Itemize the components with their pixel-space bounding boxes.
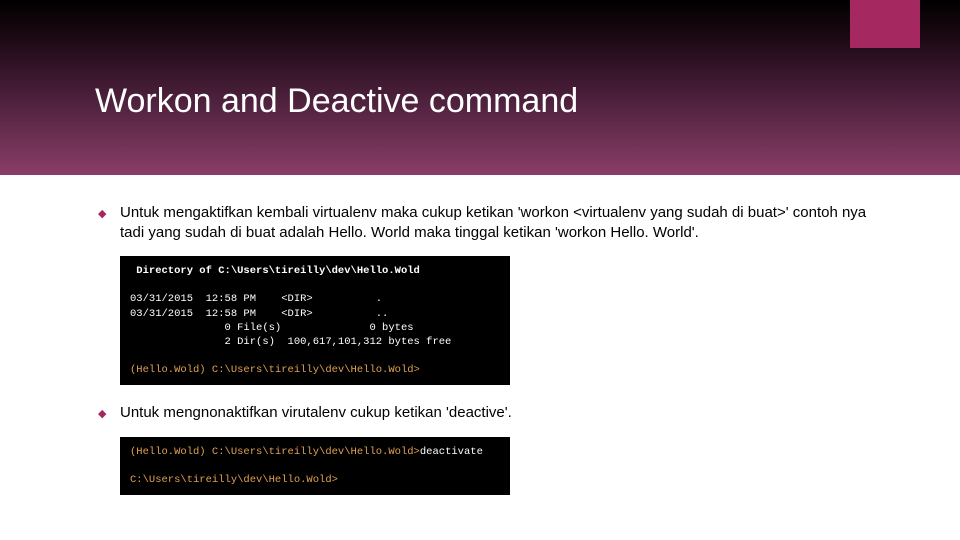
terminal-line: 2 Dir(s) 100,617,101,312 bytes free	[130, 336, 451, 348]
accent-tab	[850, 0, 920, 48]
slide-header: Workon and Deactive command	[0, 0, 960, 175]
terminal-prompt: C:\Users\tireilly\dev\Hello.Wold>	[130, 474, 338, 486]
terminal-command: deactivate	[420, 446, 483, 458]
terminal-output-2: (Hello.Wold) C:\Users\tireilly\dev\Hello…	[120, 437, 510, 496]
bullet-icon: ◆	[98, 407, 106, 420]
bullet-item: ◆ Untuk mengnonaktifkan virutalenv cukup…	[120, 403, 870, 423]
bullet-text: Untuk mengnonaktifkan virutalenv cukup k…	[120, 403, 870, 423]
slide-title: Workon and Deactive command	[95, 82, 578, 121]
bullet-icon: ◆	[98, 207, 106, 220]
terminal-prompt: (Hello.Wold) C:\Users\tireilly\dev\Hello…	[130, 446, 420, 458]
terminal-line: 03/31/2015 12:58 PM <DIR> ..	[130, 308, 388, 320]
terminal-line: 0 File(s) 0 bytes	[130, 322, 414, 334]
terminal-output-1: Directory of C:\Users\tireilly\dev\Hello…	[120, 256, 510, 385]
terminal-prompt: (Hello.Wold) C:\Users\tireilly\dev\Hello…	[130, 364, 420, 376]
bullet-item: ◆ Untuk mengaktifkan kembali virtualenv …	[120, 203, 870, 242]
terminal-line: 03/31/2015 12:58 PM <DIR> .	[130, 293, 382, 305]
terminal-line: Directory of C:\Users\tireilly\dev\Hello…	[130, 265, 420, 277]
slide-content: ◆ Untuk mengaktifkan kembali virtualenv …	[0, 175, 960, 495]
bullet-text: Untuk mengaktifkan kembali virtualenv ma…	[120, 203, 870, 242]
